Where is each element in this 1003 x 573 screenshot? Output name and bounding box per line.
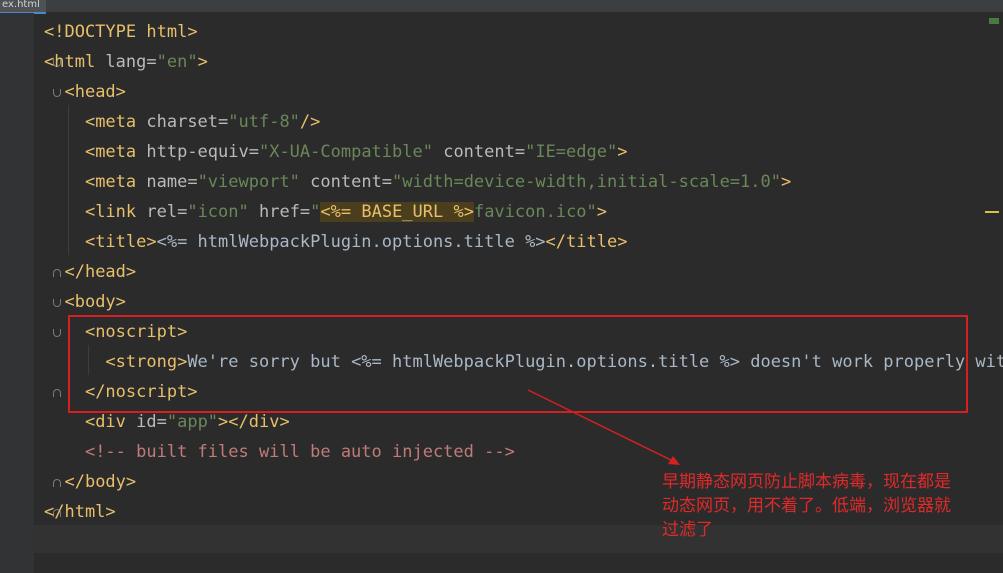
- annotation-note: 早期静态网页防止脚本病毒，现在都是动态网页，用不着了。低端，浏览器就过滤了: [662, 472, 951, 540]
